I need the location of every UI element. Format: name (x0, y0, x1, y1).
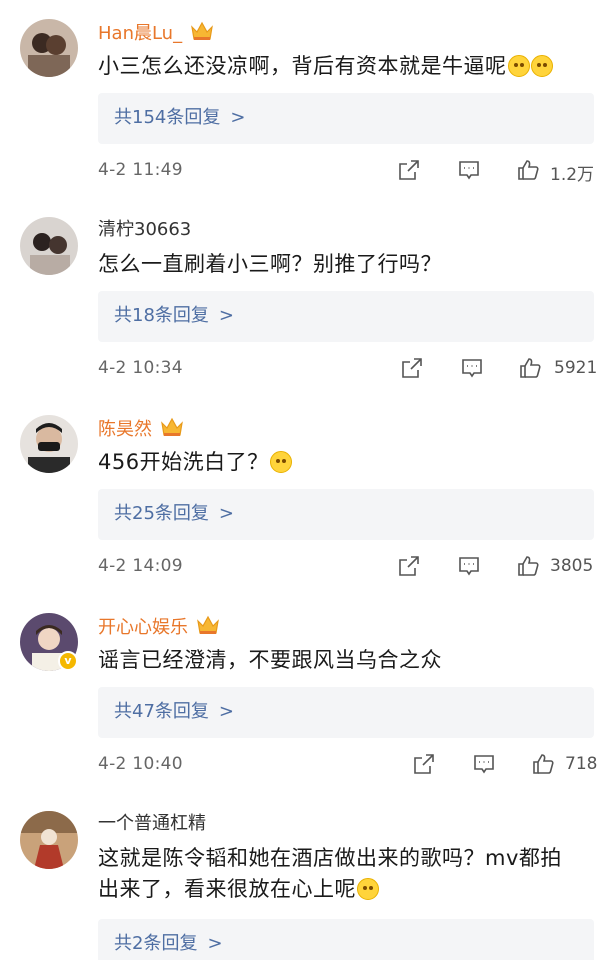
grin-emoji-icon (530, 55, 553, 77)
avatar[interactable] (20, 415, 78, 473)
username[interactable]: 清柠30663 (98, 218, 191, 242)
reply-count[interactable]: 共154条回复 > (114, 106, 245, 130)
grin-emoji-icon (507, 55, 530, 77)
reply-thread-button[interactable]: 共2条回复 > (98, 919, 594, 960)
timestamp: 4-2 14:09 (98, 556, 183, 576)
share-icon[interactable] (400, 356, 424, 380)
like-icon[interactable] (518, 356, 542, 380)
reply-thread-button[interactable]: 共25条回复 > (98, 489, 594, 540)
comment-text: 小三怎么还没凉啊，背后有资本就是牛逼呢 (98, 51, 598, 82)
timestamp: 4-2 11:49 (98, 160, 183, 180)
chevron-right-icon: > (218, 503, 234, 524)
vip-crown-icon (190, 20, 214, 42)
comment-text: 这就是陈令韬和她在酒店做出来的歌吗？mv都拍 出来了，看来很放在心上呢 (98, 846, 562, 901)
avatar[interactable] (20, 19, 78, 77)
avatar[interactable] (20, 811, 78, 869)
avatar[interactable] (20, 217, 78, 275)
like-icon[interactable] (516, 158, 540, 182)
like-count: 5921 (554, 358, 598, 378)
username-text[interactable]: Han晨Lu_ (98, 23, 182, 44)
vip-crown-icon (160, 416, 184, 438)
reply-count[interactable]: 共25条回复 > (114, 502, 234, 526)
comment-text: 456开始洗白了？ (98, 447, 598, 478)
share-icon[interactable] (412, 752, 436, 776)
comment-text: 谣言已经澄清，不要跟风当乌合之众 (98, 648, 442, 672)
comment-meta: 4-2 11:49 1.2万 (98, 158, 598, 185)
chevron-right-icon: > (230, 107, 246, 128)
timestamp: 4-2 10:40 (98, 754, 183, 774)
thinking-emoji-icon (269, 451, 292, 473)
share-icon[interactable] (397, 158, 421, 182)
username-text[interactable]: 陈昊然 (98, 419, 152, 440)
username-text[interactable]: 清柠30663 (98, 219, 191, 240)
comment-icon[interactable] (457, 158, 481, 182)
reply-thread-button[interactable]: 共47条回复 > (98, 687, 594, 738)
vip-crown-icon (196, 614, 220, 636)
comment-icon[interactable] (457, 554, 481, 578)
reply-thread-button[interactable]: 共18条回复 > (98, 291, 594, 342)
chevron-right-icon: > (207, 933, 223, 954)
chevron-right-icon: > (218, 701, 234, 722)
comment-meta: 4-2 14:09 3805 (98, 554, 598, 580)
like-count: 1.2万 (550, 165, 595, 185)
username[interactable]: 陈昊然 (98, 416, 184, 442)
reply-count[interactable]: 共18条回复 > (114, 304, 234, 328)
smile-emoji-icon (357, 878, 379, 900)
verified-badge-icon: v (58, 651, 78, 671)
username-text[interactable]: 一个普通杠精 (98, 813, 206, 834)
like-icon[interactable] (516, 554, 540, 578)
comment-icon[interactable] (460, 356, 484, 380)
comment-meta: 4-2 10:34 5921 (98, 356, 598, 382)
like-count: 3805 (550, 556, 594, 576)
comment-text: 怎么一直刷着小三啊？别推了行吗？ (98, 252, 442, 276)
username[interactable]: 开心心娱乐 (98, 614, 220, 640)
timestamp: 4-2 10:34 (98, 358, 183, 378)
reply-count[interactable]: 共47条回复 > (114, 700, 234, 724)
like-count: 718 (565, 754, 598, 774)
reply-thread-button[interactable]: 共154条回复 > (98, 93, 594, 144)
chevron-right-icon: > (218, 305, 234, 326)
username[interactable]: 一个普通杠精 (98, 812, 206, 836)
username[interactable]: Han晨Lu_ (98, 20, 214, 46)
like-icon[interactable] (531, 752, 555, 776)
share-icon[interactable] (397, 554, 421, 578)
reply-count[interactable]: 共2条回复 > (114, 932, 223, 956)
comment-meta: 4-2 10:40 718 (98, 752, 598, 778)
comment-icon[interactable] (472, 752, 496, 776)
username-text[interactable]: 开心心娱乐 (98, 617, 188, 638)
